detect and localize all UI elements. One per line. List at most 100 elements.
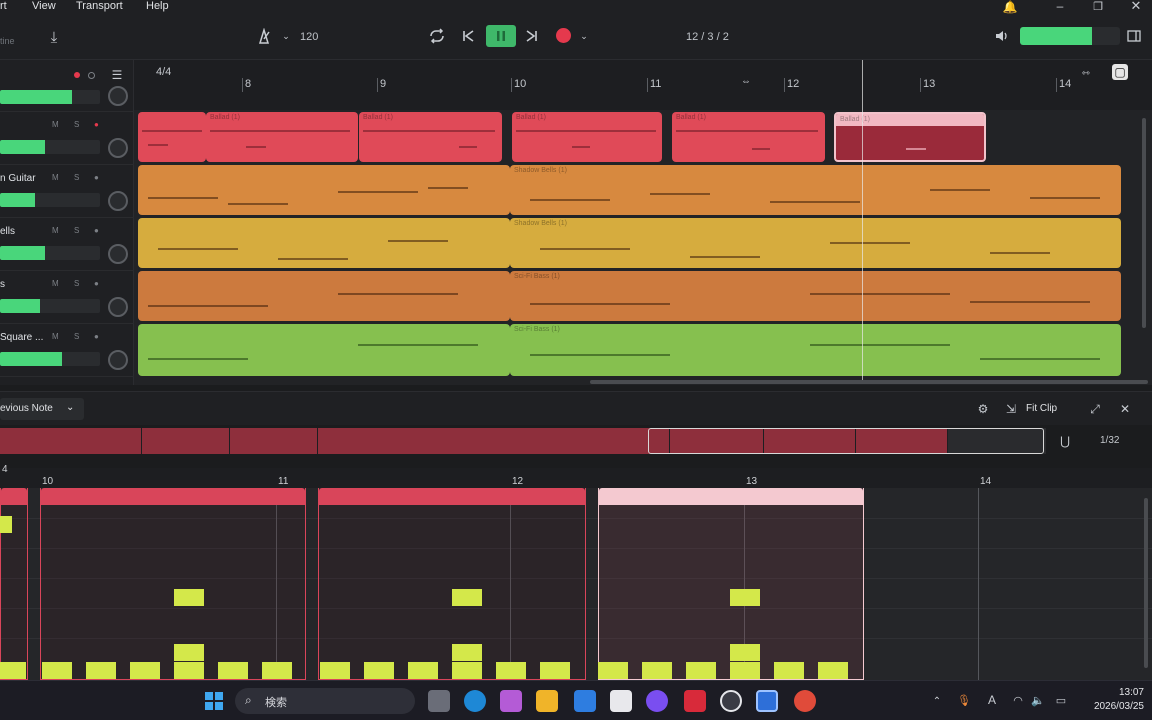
- microphone-icon[interactable]: 🎙: [956, 691, 972, 709]
- midi-clip[interactable]: [138, 324, 510, 376]
- pan-knob[interactable]: [108, 244, 128, 264]
- midi-note[interactable]: [320, 662, 350, 679]
- midi-clip[interactable]: Sci-Fi Bass (1): [510, 271, 1121, 321]
- record-arm-button[interactable]: ●: [94, 173, 99, 182]
- note-mode-dropdown[interactable]: evious Note ⌄: [0, 398, 84, 420]
- midi-note[interactable]: [730, 662, 760, 679]
- menu-file[interactable]: rt: [0, 0, 7, 12]
- solo-button[interactable]: S: [74, 226, 79, 235]
- chevron-down-icon[interactable]: ⌄: [280, 28, 292, 44]
- tempo-value[interactable]: 120: [300, 31, 318, 43]
- midi-note[interactable]: [86, 662, 116, 679]
- record-button[interactable]: [556, 28, 571, 43]
- taskbar-search[interactable]: ⌕ 検索: [235, 688, 415, 714]
- midi-note[interactable]: [496, 662, 526, 679]
- arrangement-view[interactable]: Ballad (1) Ballad (1) Ballad (1) Ballad …: [134, 110, 1152, 385]
- midi-clip[interactable]: Ballad (1): [512, 112, 662, 162]
- midi-note[interactable]: [0, 662, 26, 679]
- track-name[interactable]: Square ...: [0, 332, 43, 343]
- chrome-icon[interactable]: [794, 690, 816, 712]
- pause-button[interactable]: [486, 25, 516, 47]
- piano-roll-clip[interactable]: [40, 488, 306, 680]
- metronome-icon[interactable]: [254, 26, 274, 46]
- fit-clip-icon[interactable]: ⇲: [1002, 400, 1020, 418]
- grid-value[interactable]: 1/32: [1100, 435, 1119, 446]
- mute-button[interactable]: M: [52, 120, 59, 129]
- solo-button[interactable]: S: [74, 332, 79, 341]
- system-clock[interactable]: 13:07 2026/03/25: [1080, 686, 1144, 714]
- track-header[interactable]: ells M S ●: [0, 218, 134, 271]
- midi-note[interactable]: [452, 644, 482, 661]
- media-icon[interactable]: [646, 690, 668, 712]
- midi-note[interactable]: [408, 662, 438, 679]
- mute-button[interactable]: M: [52, 279, 59, 288]
- solo-button[interactable]: S: [74, 120, 79, 129]
- piano-roll-scrollbar[interactable]: [1144, 498, 1148, 668]
- piano-roll-grid[interactable]: [0, 488, 1152, 680]
- midi-clip[interactable]: Shadow Bells (1): [510, 218, 1121, 268]
- windows-start-icon[interactable]: [202, 689, 226, 713]
- midi-note[interactable]: [452, 589, 482, 606]
- track-level-meter[interactable]: [0, 246, 100, 260]
- mute-button[interactable]: M: [52, 173, 59, 182]
- midi-clip[interactable]: Ballad (1): [206, 112, 358, 162]
- panel-toggle-icon[interactable]: [1124, 26, 1144, 46]
- track-level-meter[interactable]: [0, 140, 100, 154]
- bell-icon[interactable]: 🔔: [1000, 0, 1020, 14]
- master-volume-meter[interactable]: [1020, 27, 1120, 45]
- track-header[interactable]: [0, 76, 134, 112]
- midi-clip[interactable]: [138, 112, 206, 162]
- track-level-meter[interactable]: [0, 193, 100, 207]
- midi-clip[interactable]: Ballad (1): [672, 112, 825, 162]
- maximize-icon[interactable]: ❐: [1088, 0, 1108, 13]
- midi-note[interactable]: [452, 662, 482, 679]
- file-explorer-icon[interactable]: [536, 690, 558, 712]
- menu-help[interactable]: Help: [146, 0, 169, 12]
- pan-knob[interactable]: [108, 138, 128, 158]
- snap-icon[interactable]: ▢: [1112, 64, 1128, 80]
- midi-clip[interactable]: Sci-Fi Bass (1): [510, 324, 1121, 376]
- skip-back-icon[interactable]: [458, 26, 478, 46]
- app-icon[interactable]: [684, 690, 706, 712]
- midi-note[interactable]: [730, 589, 760, 606]
- active-app-icon[interactable]: [756, 690, 778, 712]
- track-level-meter[interactable]: [0, 352, 100, 366]
- track-name[interactable]: s: [0, 279, 5, 290]
- midi-note[interactable]: [818, 662, 848, 679]
- midi-note[interactable]: [218, 662, 248, 679]
- pan-knob[interactable]: [108, 350, 128, 370]
- recorder-icon[interactable]: [720, 690, 742, 712]
- midi-note[interactable]: [686, 662, 716, 679]
- solo-button[interactable]: S: [74, 279, 79, 288]
- pan-knob[interactable]: [108, 191, 128, 211]
- ime-icon[interactable]: A: [984, 691, 1000, 709]
- copilot-icon[interactable]: [500, 690, 522, 712]
- midi-note[interactable]: [642, 662, 672, 679]
- pan-knob[interactable]: [108, 297, 128, 317]
- midi-note[interactable]: [174, 644, 204, 661]
- track-header[interactable]: s M S ●: [0, 271, 134, 324]
- solo-button[interactable]: S: [74, 173, 79, 182]
- record-arm-button[interactable]: ●: [94, 332, 99, 341]
- loop-marker-icon[interactable]: ⇔: [738, 74, 754, 88]
- midi-clip-selected[interactable]: Ballad (1): [834, 112, 986, 162]
- midi-note[interactable]: [730, 644, 760, 661]
- edge-icon[interactable]: [464, 690, 486, 712]
- midi-note[interactable]: [174, 662, 204, 679]
- export-icon[interactable]: ⤓: [44, 28, 64, 46]
- midi-clip[interactable]: [138, 218, 510, 268]
- outlook-icon[interactable]: [574, 690, 596, 712]
- store-icon[interactable]: [610, 690, 632, 712]
- expand-icon[interactable]: ⤢: [1086, 400, 1104, 418]
- piano-roll-clip-header[interactable]: [41, 488, 305, 505]
- track-level-meter[interactable]: [0, 299, 100, 313]
- track-level-meter[interactable]: [0, 90, 100, 104]
- midi-note[interactable]: [262, 662, 292, 679]
- horizontal-scrollbar[interactable]: [590, 380, 1148, 384]
- track-header[interactable]: n Guitar M S ●: [0, 165, 134, 218]
- midi-note[interactable]: [774, 662, 804, 679]
- piano-roll-ruler[interactable]: 4 10 11 12 13 14: [0, 464, 1152, 488]
- overview-viewport[interactable]: [648, 428, 1044, 454]
- track-name[interactable]: ells: [0, 226, 15, 237]
- task-view-icon[interactable]: [428, 690, 450, 712]
